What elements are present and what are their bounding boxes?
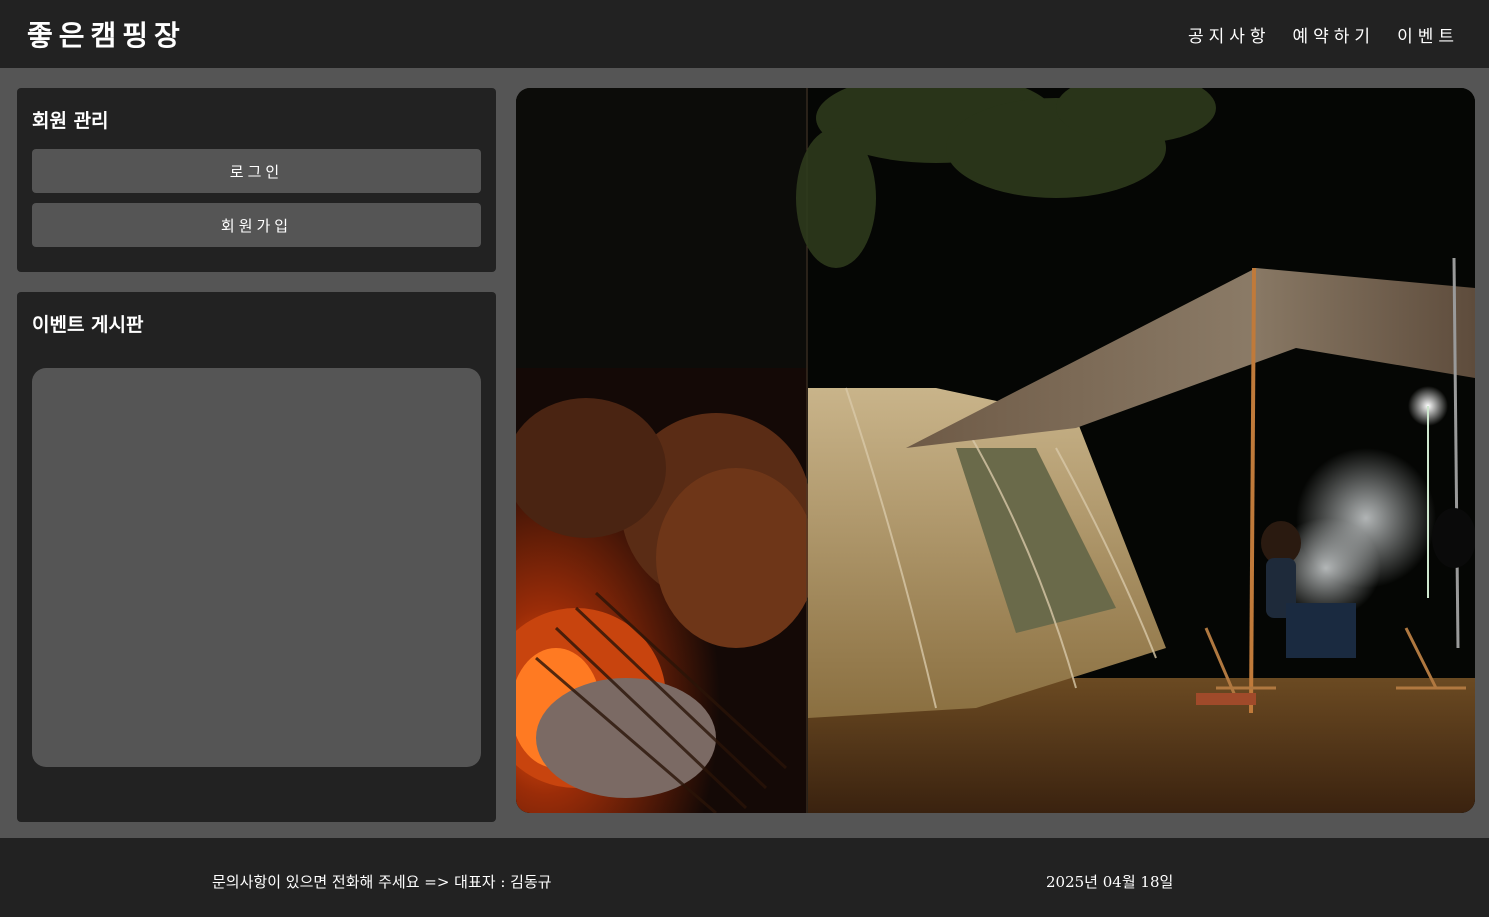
campfire-tent-photo	[516, 88, 1475, 813]
nav-reservation[interactable]: 예약하기	[1293, 22, 1376, 47]
event-board-list[interactable]	[32, 368, 481, 767]
main-nav: 공지사항 예약하기 이벤트	[1188, 22, 1459, 47]
footer-contact-text: 문의사항이 있으면 전화해 주세요 => 대표자 : 김동규	[212, 873, 552, 891]
member-panel-title: 회원 관리	[32, 110, 109, 132]
login-button[interactable]: 로그인	[32, 149, 481, 193]
site-footer: 문의사항이 있으면 전화해 주세요 => 대표자 : 김동규 2025년 04월…	[0, 838, 1489, 917]
member-panel: 회원 관리 로그인 회원가입	[17, 88, 496, 272]
site-header: 좋은캠핑장 공지사항 예약하기 이벤트	[0, 0, 1489, 68]
event-panel: 이벤트 게시판	[17, 292, 496, 822]
event-panel-title: 이벤트 게시판	[32, 314, 144, 336]
footer-date: 2025년 04월 18일	[1046, 873, 1174, 891]
site-logo[interactable]: 좋은캠핑장	[27, 14, 186, 54]
hero-image	[516, 88, 1475, 813]
nav-event[interactable]: 이벤트	[1397, 22, 1459, 47]
signup-button[interactable]: 회원가입	[32, 203, 481, 247]
nav-notice[interactable]: 공지사항	[1188, 22, 1271, 47]
